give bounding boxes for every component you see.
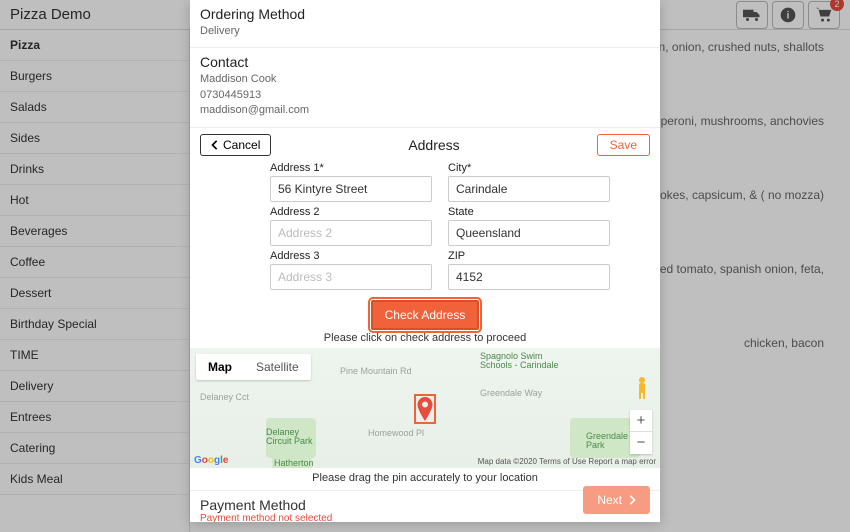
map-type-satellite[interactable]: Satellite [244,354,311,380]
address2-label: Address 2 [270,206,432,218]
modal-footer: Next [190,478,660,522]
state-label: State [448,206,610,218]
map-type-toggle[interactable]: Map Satellite [196,354,311,380]
cancel-button[interactable]: Cancel [200,134,271,156]
ordering-method-section[interactable]: Ordering Method Delivery [190,0,660,48]
check-address-hint: Please click on check address to proceed [190,332,660,344]
map-attribution: Map data ©2020 Terms of Use Report a map… [478,457,656,466]
map-road-greendale: Greendale Way [480,388,542,398]
map-parklabel-delaney: Delaney Circuit Park [266,428,321,448]
chevron-left-icon [211,140,219,150]
chevron-right-icon [628,495,636,505]
pin-icon [416,396,434,422]
map-parklabel-swim: Spagnolo Swim Schools - Carindale [480,352,570,372]
contact-name: Maddison Cook [200,72,650,87]
map-road-pine: Pine Mountain Rd [340,366,412,376]
ordering-method-value: Delivery [200,24,650,39]
address1-input[interactable] [270,176,432,202]
map-parklabel-hatherton: Hatherton [274,458,314,468]
address1-label: Address 1* [270,162,432,174]
map-parklabel-greendale: Greendale Park [586,432,636,452]
checkout-modal: Ordering Method Delivery Contact Maddiso… [190,0,660,522]
map-road-homewood: Homewood Pl [368,428,424,438]
map-type-map[interactable]: Map [196,354,244,380]
map-zoom: + − [630,410,652,454]
check-address-button[interactable]: Check Address [371,300,480,330]
address3-label: Address 3 [270,250,432,262]
address-form: Address 1* City* Address 2 State Address… [190,162,660,294]
state-input[interactable] [448,220,610,246]
zip-label: ZIP [448,250,610,262]
google-logo: Google [194,455,228,466]
next-label: Next [597,493,622,507]
address3-input[interactable] [270,264,432,290]
contact-heading: Contact [200,54,650,70]
zoom-in-button[interactable]: + [630,410,652,432]
city-input[interactable] [448,176,610,202]
map-pin[interactable] [414,394,436,424]
streetview-pegman[interactable] [634,376,650,398]
next-button[interactable]: Next [583,486,650,514]
city-label: City* [448,162,610,174]
contact-phone: 0730445913 [200,88,650,103]
map-road-delaney: Delaney Cct [200,392,249,402]
contact-email: maddison@gmail.com [200,103,650,118]
address-header: Cancel Address Save [190,128,660,162]
address-map[interactable]: Pine Mountain Rd Mountain Rd Homewood Pl… [190,348,660,468]
address-title: Address [271,137,596,153]
cancel-label: Cancel [223,138,260,152]
address2-input[interactable] [270,220,432,246]
ordering-method-heading: Ordering Method [200,6,650,22]
zoom-out-button[interactable]: − [630,432,652,454]
zip-input[interactable] [448,264,610,290]
pegman-icon [634,376,650,400]
save-button[interactable]: Save [597,134,650,156]
contact-section[interactable]: Contact Maddison Cook 0730445913 maddiso… [190,48,660,127]
